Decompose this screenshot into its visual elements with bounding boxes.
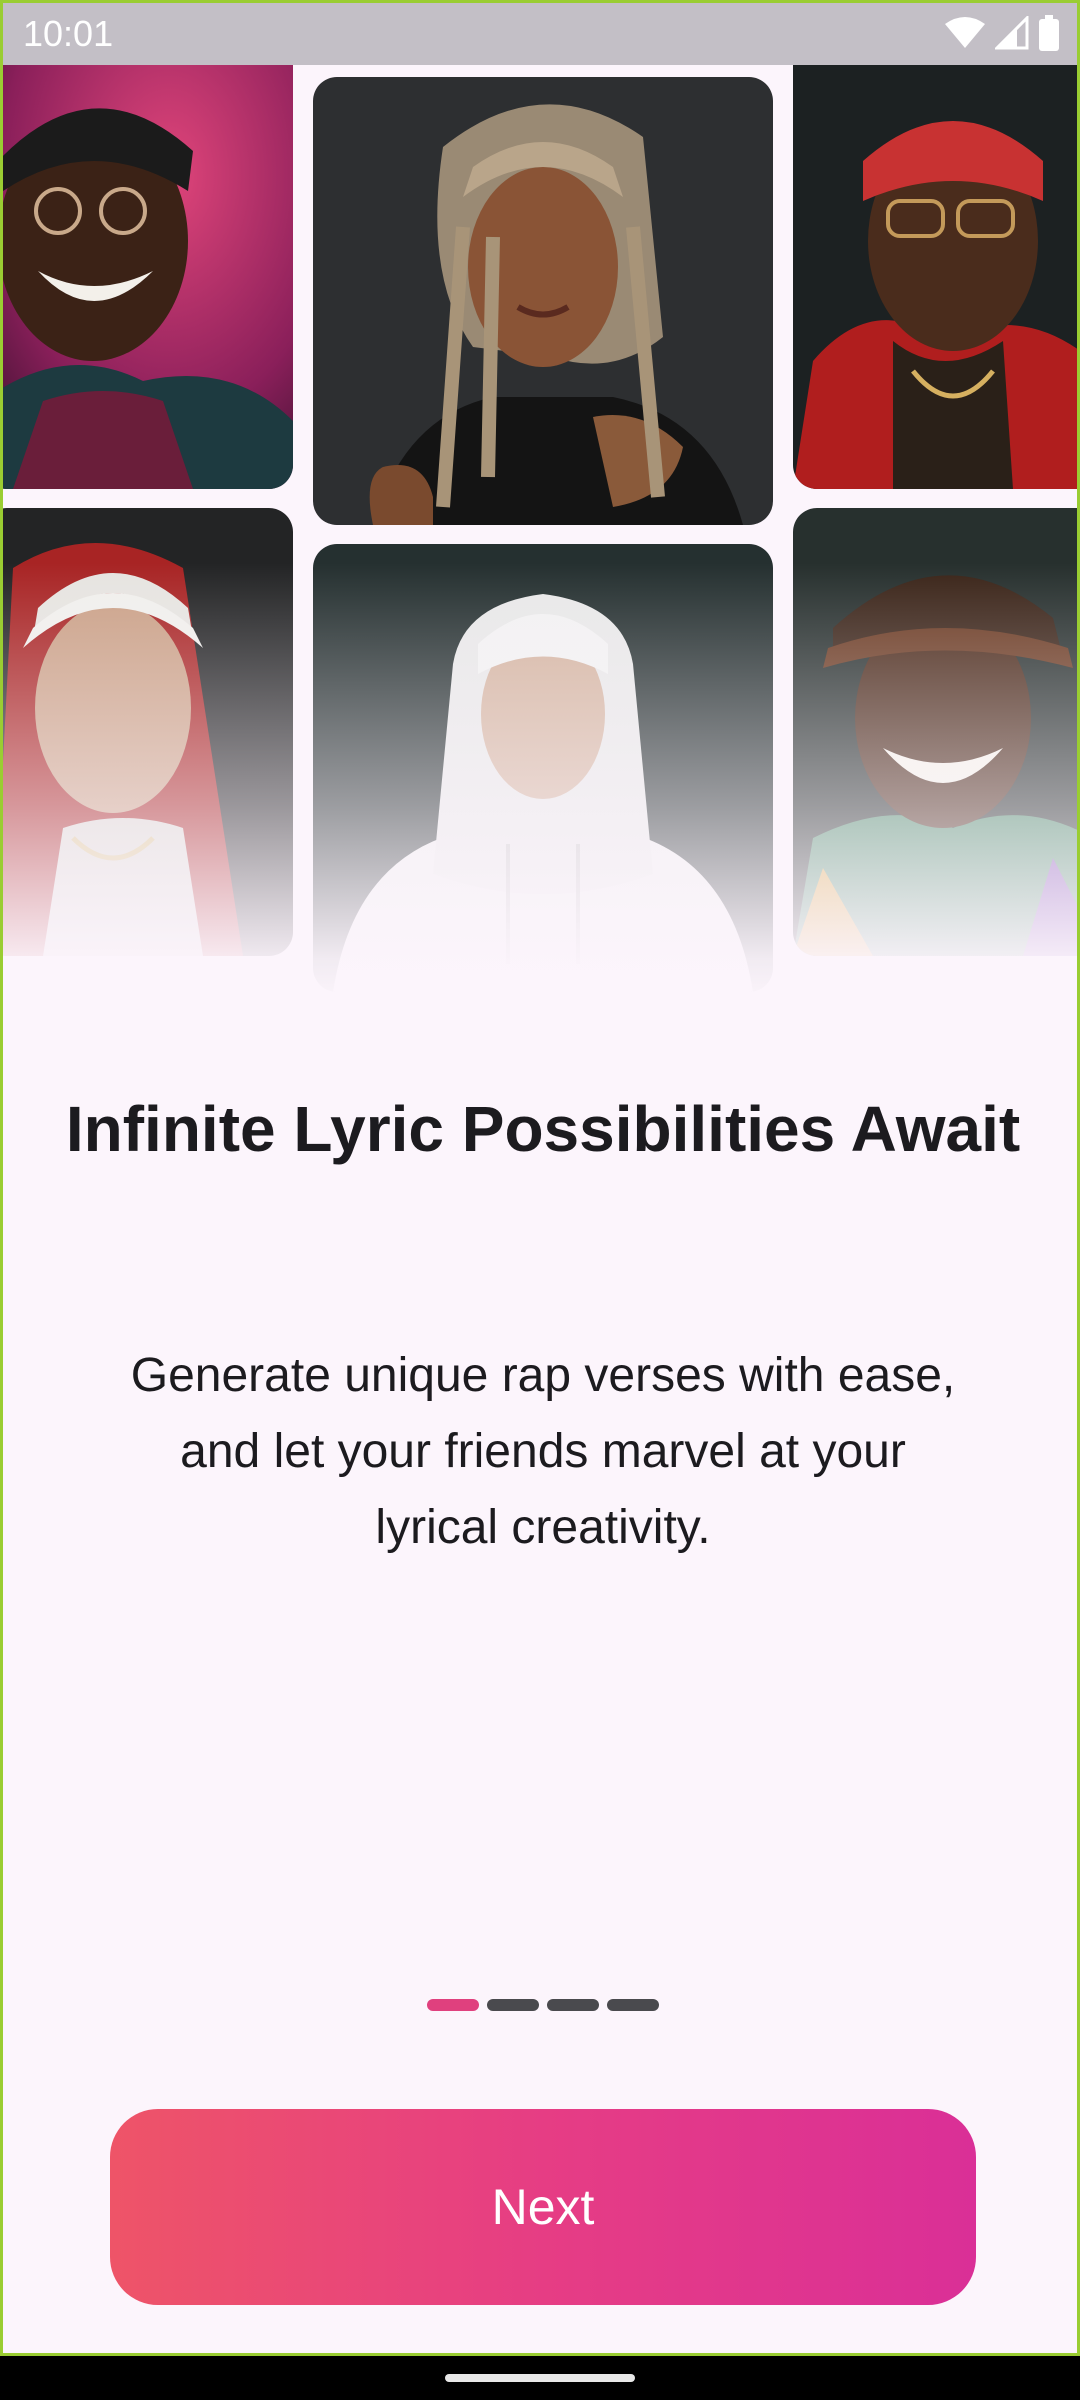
wifi-icon: [945, 16, 985, 50]
page-indicator-dot: [547, 1999, 599, 2011]
page-indicator-dot: [487, 1999, 539, 2011]
page-indicator-dot: [607, 1999, 659, 2011]
cellular-signal-icon: [995, 16, 1029, 50]
battery-icon: [1039, 15, 1059, 51]
onboarding-screen: 10:01 Infinite Lyric Possibilities Await…: [0, 0, 1080, 2356]
portrait-woman-braids: [313, 77, 773, 525]
portrait-man-white-hoodie: [313, 544, 773, 992]
status-icons: [945, 13, 1059, 53]
next-button[interactable]: Next: [110, 2109, 976, 2305]
portrait-gallery: [3, 3, 1077, 1003]
portrait-man-red-beanie: [793, 41, 1077, 489]
onboarding-title: Infinite Lyric Possibilities Await: [65, 1093, 1021, 1165]
navigation-bar: [0, 2356, 1080, 2400]
portrait-man-white-cap-red-hood: [3, 508, 293, 956]
status-time: 10:01: [23, 13, 114, 54]
page-indicator: [3, 1999, 1077, 2011]
home-indicator[interactable]: [445, 2374, 635, 2382]
portrait-smiling-man-cap: [793, 508, 1077, 956]
portrait-smiling-man-glasses: [3, 41, 293, 489]
status-bar: 10:01: [3, 3, 1077, 65]
onboarding-subtitle: Generate unique rap verses with ease, an…: [130, 1349, 956, 1554]
page-indicator-dot-active: [427, 1999, 479, 2011]
